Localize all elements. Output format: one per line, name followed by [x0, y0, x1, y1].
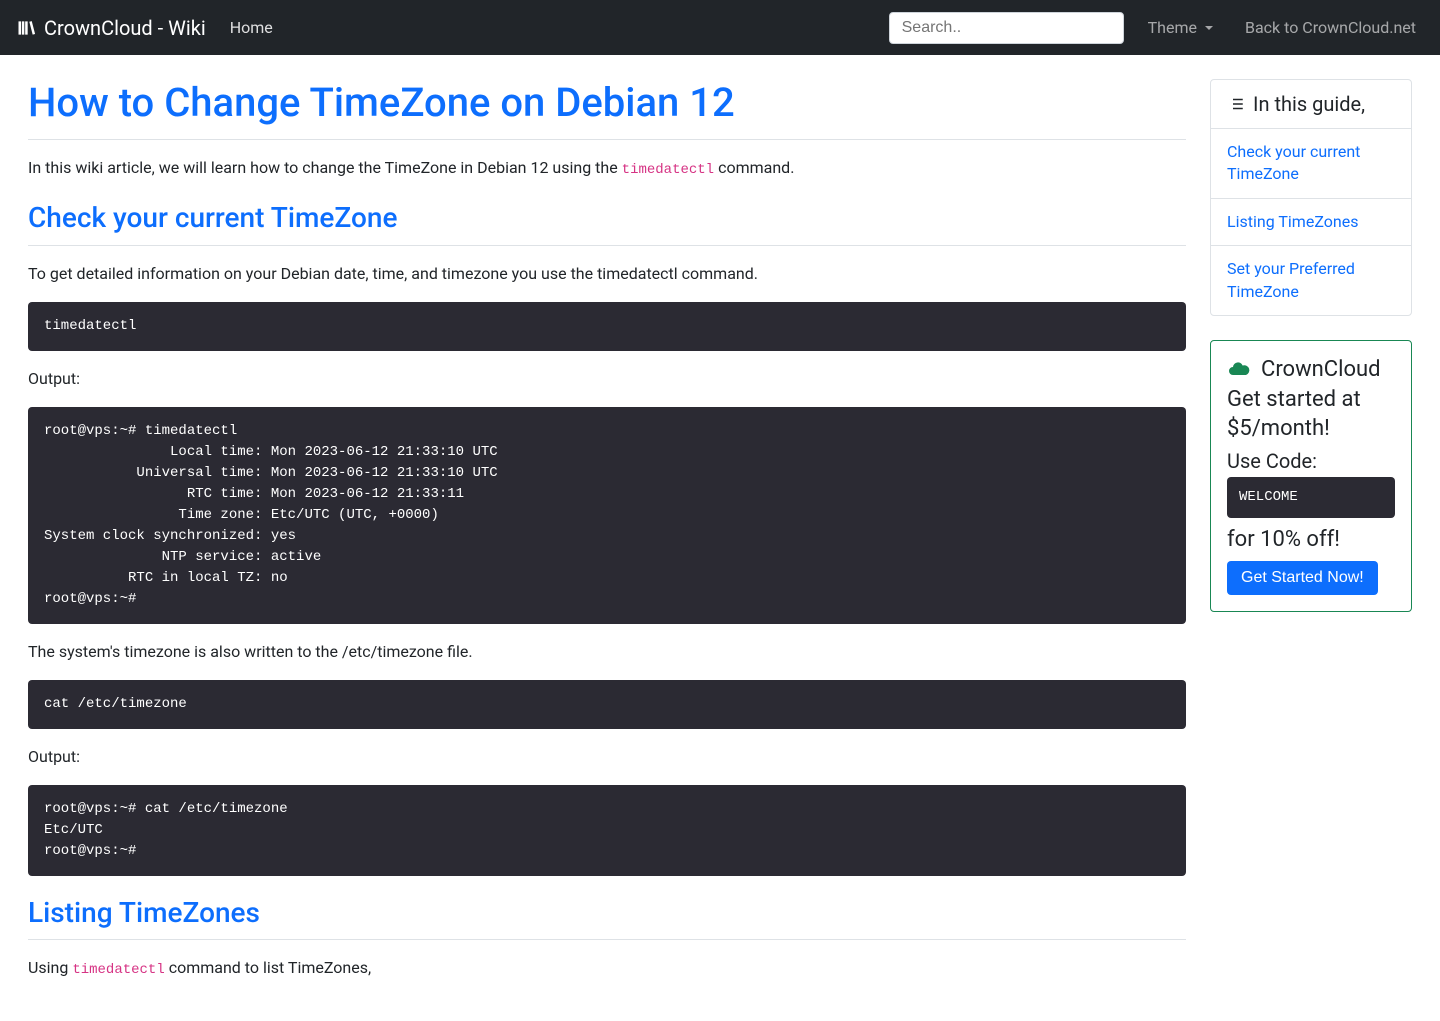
theme-dropdown[interactable]: Theme	[1140, 10, 1221, 45]
article: How to Change TimeZone on Debian 12 In t…	[28, 79, 1186, 997]
page-title: How to Change TimeZone on Debian 12	[28, 79, 1186, 127]
inline-code: timedatectl	[72, 962, 164, 978]
promo-code: WELCOME	[1227, 477, 1395, 518]
chevron-down-icon	[1205, 26, 1213, 30]
inline-code: timedatectl	[622, 162, 714, 178]
paragraph: Using timedatectl command to list TimeZo…	[28, 956, 1186, 981]
section-check-timezone: Check your current TimeZone	[28, 201, 1186, 235]
search-input[interactable]	[889, 12, 1124, 44]
list-icon	[1227, 95, 1245, 113]
nav-home[interactable]: Home	[222, 10, 281, 45]
brand-link[interactable]: CrownCloud - Wiki	[16, 16, 206, 40]
promo-title: CrownCloud	[1227, 357, 1395, 382]
divider	[28, 245, 1186, 246]
promo-discount: for 10% off!	[1227, 526, 1395, 555]
toc-link-listing[interactable]: Listing TimeZones	[1211, 198, 1411, 245]
output-label: Output:	[28, 745, 1186, 769]
toc-link-set[interactable]: Set your Preferred TimeZone	[1211, 245, 1411, 315]
promo-card: CrownCloud Get started at $5/month! Use …	[1210, 340, 1412, 612]
brand-text: CrownCloud - Wiki	[44, 16, 206, 40]
paragraph: The system's timezone is also written to…	[28, 640, 1186, 664]
cloud-icon	[1227, 357, 1251, 381]
sidebar: In this guide, Check your current TimeZo…	[1210, 79, 1412, 612]
toc-header: In this guide,	[1211, 80, 1411, 128]
output-label: Output:	[28, 367, 1186, 391]
promo-subtitle: Get started at $5/month!	[1227, 386, 1395, 443]
theme-label: Theme	[1148, 18, 1197, 37]
get-started-button[interactable]: Get Started Now!	[1227, 561, 1378, 595]
toc-card: In this guide, Check your current TimeZo…	[1210, 79, 1412, 316]
navbar: CrownCloud - Wiki Home Theme Back to Cro…	[0, 0, 1440, 55]
code-block: timedatectl	[28, 302, 1186, 351]
paragraph: To get detailed information on your Debi…	[28, 262, 1186, 286]
code-block: cat /etc/timezone	[28, 680, 1186, 729]
code-block: root@vps:~# timedatectl Local time: Mon …	[28, 407, 1186, 624]
back-link[interactable]: Back to CrownCloud.net	[1237, 10, 1424, 45]
books-icon	[16, 18, 36, 38]
toc-link-check[interactable]: Check your current TimeZone	[1211, 128, 1411, 198]
code-block: root@vps:~# cat /etc/timezone Etc/UTC ro…	[28, 785, 1186, 876]
section-listing-timezones: Listing TimeZones	[28, 896, 1186, 930]
divider	[28, 939, 1186, 940]
divider	[28, 139, 1186, 140]
promo-use-code-label: Use Code:	[1227, 449, 1395, 473]
intro-paragraph: In this wiki article, we will learn how …	[28, 156, 1186, 181]
